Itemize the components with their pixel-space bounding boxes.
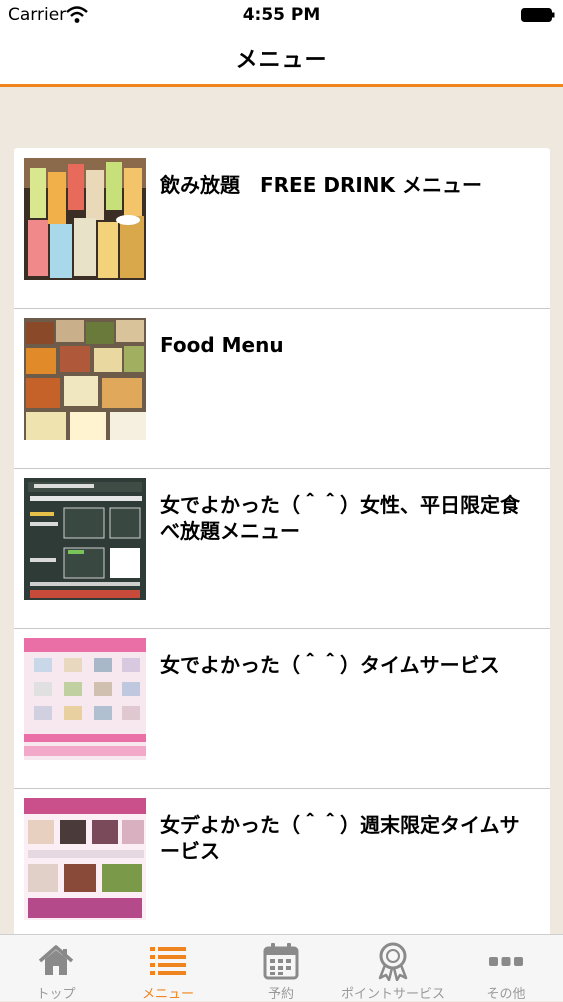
tab-top[interactable]: トップ (0, 935, 112, 1002)
menu-item-title: 女でよかった（＾＾）女性、平日限定食べ放題メニュー (160, 493, 520, 543)
menu-item-time-service[interactable]: 女でよかった（＾＾）タイムサービス (14, 628, 550, 789)
menu-list[interactable]: 飲み放題 FREE DRINK メニュー Food Menu 女でよかった（＾＾… (14, 148, 550, 934)
more-icon (489, 957, 523, 966)
menu-item-title: Food Menu (160, 333, 284, 357)
menu-item-title: 女デよかった（＾＾）週末限定タイムサービス (160, 813, 520, 863)
tab-label: トップ (36, 987, 76, 1002)
menu-item-food[interactable]: Food Menu (14, 308, 550, 469)
menu-item-title: 女でよかった（＾＾）タイムサービス (160, 653, 500, 677)
tab-label: 予約 (267, 987, 294, 1002)
weekend-service-thumbnail (24, 798, 146, 920)
battery-icon (521, 8, 555, 22)
tab-menu[interactable]: メニュー (112, 935, 224, 1002)
tab-label: ポイントサービス (340, 987, 445, 1002)
award-icon (378, 942, 408, 981)
page-title: メニュー (235, 48, 328, 73)
drinks-thumbnail (24, 158, 146, 280)
time-service-thumbnail (24, 638, 146, 760)
menu-item-ladies-weekday[interactable]: 女でよかった（＾＾）女性、平日限定食べ放題メニュー (14, 468, 550, 629)
status-time: 4:55 PM (242, 5, 321, 25)
home-icon (38, 945, 74, 975)
food-thumbnail (24, 318, 146, 440)
tab-other[interactable]: その他 (450, 935, 562, 1002)
menu-item-free-drink[interactable]: 飲み放題 FREE DRINK メニュー (14, 148, 550, 309)
tab-label: その他 (486, 987, 526, 1002)
tab-reservation[interactable]: 予約 (225, 935, 337, 1002)
menu-list-icon (150, 947, 186, 975)
tab-point-service[interactable]: ポイントサービス (337, 935, 449, 1002)
calendar-icon (263, 943, 299, 980)
tab-label: メニュー (141, 987, 194, 1002)
tab-bar: トップ メニュー 予約 ポイントサービス その他 (0, 934, 563, 1002)
menu-item-weekend-service[interactable]: 女デよかった（＾＾）週末限定タイムサービス (14, 788, 550, 934)
menu-item-title: 飲み放題 FREE DRINK メニュー (160, 173, 482, 197)
navigation-bar: メニュー (0, 30, 563, 87)
chalkboard-thumbnail (24, 478, 146, 600)
status-bar: Carrier 4:55 PM (0, 0, 563, 30)
